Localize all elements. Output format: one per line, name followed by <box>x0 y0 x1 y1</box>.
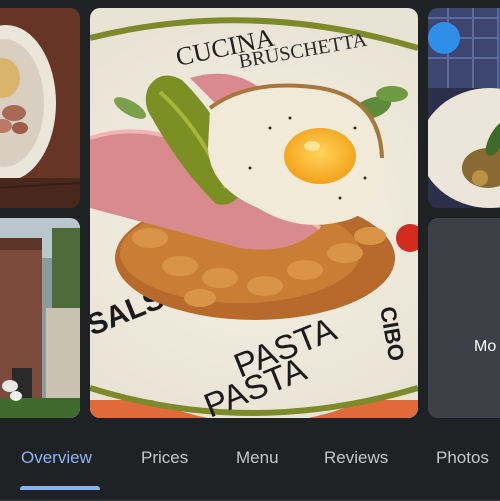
tab-overview[interactable]: Overview <box>21 448 92 468</box>
featured-photo[interactable]: CUCINA BRUSCHETTA SALSA PASTA PASTA CIBO <box>90 8 418 418</box>
more-photos-label: Mo <box>474 338 497 355</box>
photo-thumbnail[interactable] <box>0 218 80 418</box>
photo-thumbnail[interactable] <box>0 8 80 208</box>
place-tabs: Overview Prices Menu Reviews Photos <box>0 420 500 501</box>
tab-prices[interactable]: Prices <box>141 448 188 468</box>
tab-photos[interactable]: Photos <box>436 448 489 468</box>
photo-gallery: CUCINA BRUSCHETTA SALSA PASTA PASTA CIBO <box>0 0 500 420</box>
tab-menu[interactable]: Menu <box>236 448 279 468</box>
more-photos-tile[interactable]: Mo <box>428 218 500 418</box>
active-tab-indicator <box>20 486 100 490</box>
tab-reviews[interactable]: Reviews <box>324 448 388 468</box>
photo-thumbnail[interactable] <box>428 8 500 208</box>
